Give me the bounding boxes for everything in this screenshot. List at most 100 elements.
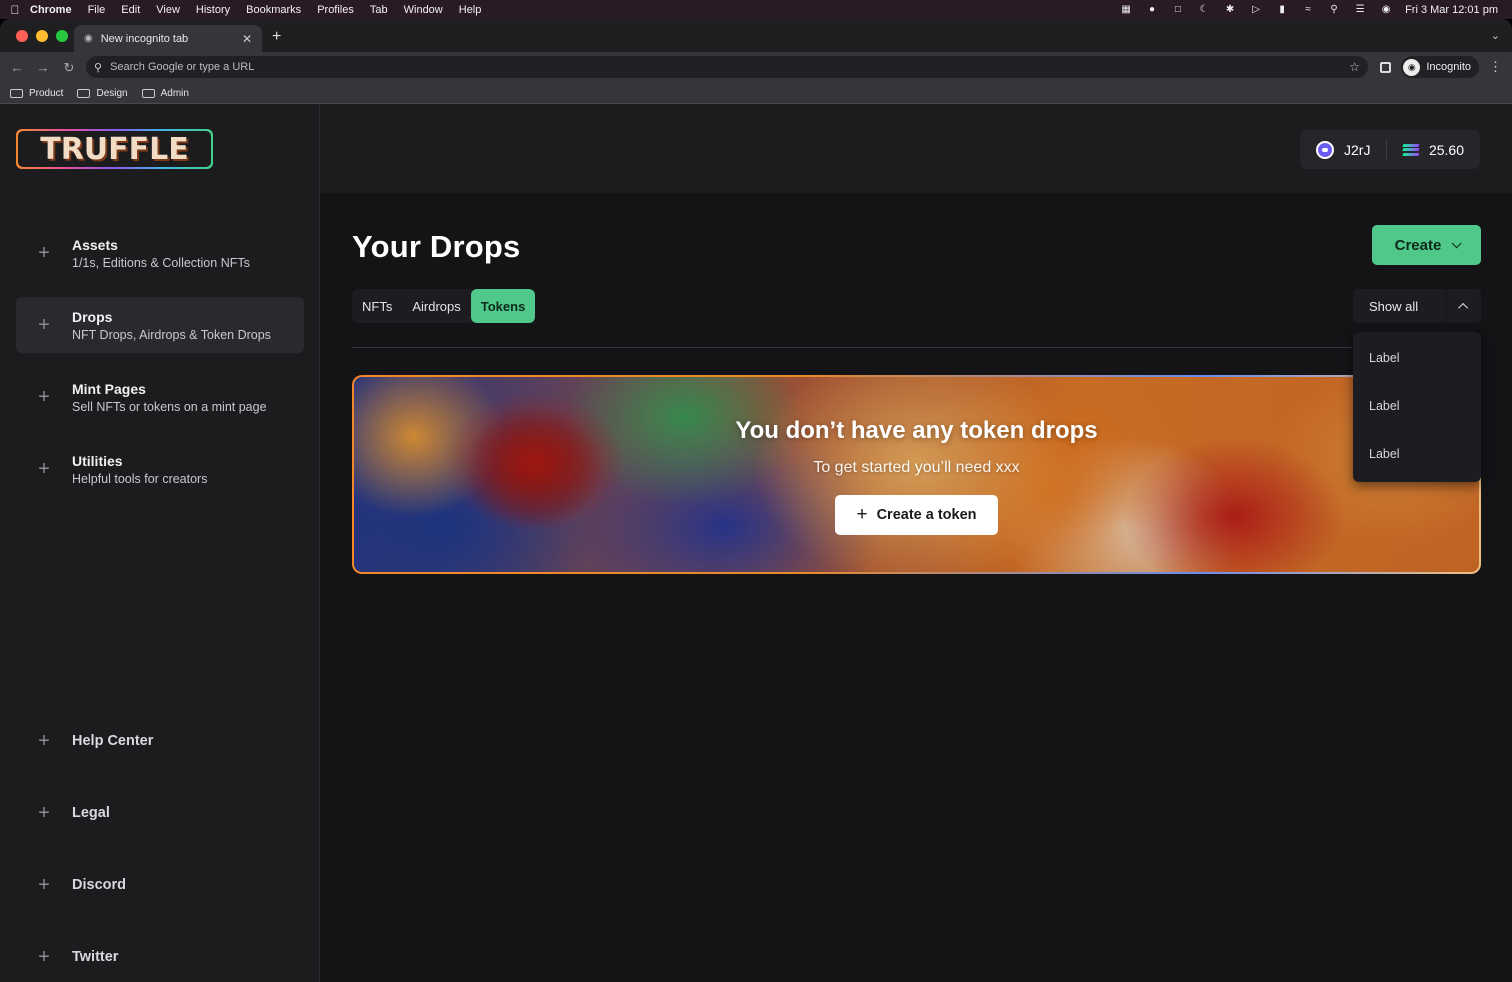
menubar-clock[interactable]: Fri 3 Mar 12:01 pm <box>1405 4 1498 16</box>
menu-tab[interactable]: Tab <box>370 4 388 16</box>
sidebar-item-title: Legal <box>72 805 110 821</box>
browser-tab[interactable]: ◉ New incognito tab ✕ <box>74 25 262 52</box>
zoom-window-button[interactable] <box>56 30 68 42</box>
reload-icon[interactable]: ↻ <box>56 60 82 76</box>
menu-edit[interactable]: Edit <box>121 4 140 16</box>
sidebar-item-help-center[interactable]: + Help Center <box>16 713 304 769</box>
plus-icon: + <box>38 385 50 408</box>
menu-view[interactable]: View <box>156 4 180 16</box>
plus-icon: + <box>38 945 50 968</box>
filter-option[interactable]: Label <box>1353 382 1481 430</box>
incognito-icon: ◉ <box>84 33 93 44</box>
menu-bookmarks[interactable]: Bookmarks <box>246 4 301 16</box>
filter-select[interactable]: Show all <box>1353 289 1481 323</box>
app-root: TRUFFLE + Assets 1/1s, Editions & Collec… <box>0 105 1512 982</box>
menu-file[interactable]: File <box>88 4 106 16</box>
spotlight-search-icon[interactable]: ⚲ <box>1327 4 1341 15</box>
folder-icon <box>77 88 91 98</box>
main-content: J2rJ 25.60 Your Drops Create NFTs Airdro… <box>320 105 1512 982</box>
wallet-widget[interactable]: J2rJ 25.60 <box>1300 130 1480 169</box>
plus-icon: + <box>38 729 50 752</box>
siri-icon[interactable]: ◉ <box>1379 4 1393 15</box>
control-center-icon[interactable]: ☰ <box>1353 4 1367 15</box>
menu-profiles[interactable]: Profiles <box>317 4 354 16</box>
minimize-window-button[interactable] <box>36 30 48 42</box>
plus-icon: + <box>38 313 50 336</box>
bookmark-product[interactable]: Product <box>10 88 63 99</box>
plus-icon: + <box>856 503 868 525</box>
new-tab-icon[interactable]: + <box>272 28 281 46</box>
battery-icon[interactable]: ▮ <box>1275 4 1289 15</box>
profile-button[interactable]: ◉ Incognito <box>1401 56 1479 78</box>
menu-app-name[interactable]: Chrome <box>30 4 72 16</box>
wallet-name: J2rJ <box>1344 141 1371 158</box>
sidebar-item-twitter[interactable]: + Twitter <box>16 929 304 982</box>
menu-help[interactable]: Help <box>459 4 482 16</box>
plus-icon: + <box>38 241 50 264</box>
sidebar-item-subtitle: 1/1s, Editions & Collection NFTs <box>72 255 250 270</box>
tab-search-chevron-icon[interactable]: ⌄ <box>1491 29 1500 42</box>
sidebar-item-title: Mint Pages <box>72 380 146 397</box>
forward-arrow-icon[interactable]: → <box>30 60 56 75</box>
section-divider <box>352 347 1352 348</box>
figma-icon[interactable]: ▦ <box>1119 4 1133 15</box>
filter-option[interactable]: Label <box>1353 430 1481 478</box>
sidebar-item-title: Twitter <box>72 949 119 965</box>
bluetooth-icon[interactable]: ✱ <box>1223 4 1237 15</box>
close-window-button[interactable] <box>16 30 28 42</box>
chevron-down-icon <box>1452 237 1462 248</box>
play-icon[interactable]: ▷ <box>1249 4 1263 15</box>
empty-state-banner: You don’t have any token drops To get st… <box>352 375 1481 574</box>
filter-toggle[interactable] <box>1447 302 1481 313</box>
tab-tokens[interactable]: Tokens <box>470 289 536 323</box>
close-tab-icon[interactable]: ✕ <box>242 32 252 46</box>
drop-type-tabs: NFTs Airdrops Tokens <box>352 289 536 323</box>
sidebar-item-legal[interactable]: + Legal <box>16 785 304 841</box>
folder-icon <box>141 88 155 98</box>
empty-state-subtitle: To get started you’ll need xxx <box>813 459 1020 476</box>
apple-menu-icon[interactable]:  <box>0 3 30 17</box>
menu-window[interactable]: Window <box>404 4 443 16</box>
sidebar-item-drops[interactable]: + Drops NFT Drops, Airdrops & Token Drop… <box>16 297 304 353</box>
create-token-label: Create a token <box>876 507 977 523</box>
back-arrow-icon[interactable]: ← <box>4 60 30 75</box>
menu-history[interactable]: History <box>196 4 230 16</box>
filter-option[interactable]: Label <box>1353 334 1481 382</box>
bookmark-design[interactable]: Design <box>77 88 128 99</box>
tab-airdrops[interactable]: Airdrops <box>402 289 470 323</box>
create-button[interactable]: Create <box>1372 225 1481 265</box>
wallet-balance[interactable]: 25.60 <box>1387 130 1480 169</box>
sidebar: TRUFFLE + Assets 1/1s, Editions & Collec… <box>0 105 320 982</box>
browser-window: ◉ New incognito tab ✕ + ⌄ ← → ↻ ⚲ Search… <box>0 19 1512 982</box>
wifi-icon[interactable]: ≈ <box>1301 4 1315 15</box>
address-bar-placeholder: Search Google or type a URL <box>110 61 255 73</box>
plus-icon: + <box>38 873 50 896</box>
address-bar[interactable]: ⚲ Search Google or type a URL ☆ <box>86 56 1368 78</box>
sidebar-item-subtitle: Helpful tools for creators <box>72 471 208 486</box>
side-panel-icon[interactable] <box>1380 61 1392 73</box>
sidebar-item-utilities[interactable]: + Utilities Helpful tools for creators <box>16 441 304 497</box>
more-menu-icon[interactable]: ⋮ <box>1489 59 1502 75</box>
bookmark-star-icon[interactable]: ☆ <box>1349 60 1360 74</box>
sidebar-item-assets[interactable]: + Assets 1/1s, Editions & Collection NFT… <box>16 225 304 281</box>
profile-label: Incognito <box>1426 61 1471 73</box>
sidebar-item-discord[interactable]: + Discord <box>16 857 304 913</box>
folder-icon <box>10 88 23 98</box>
sidebar-item-title: Assets <box>72 236 118 253</box>
moon-icon[interactable]: ☾ <box>1197 4 1211 15</box>
alien-icon[interactable]: ● <box>1145 4 1159 15</box>
window-icon[interactable]: □ <box>1171 4 1185 15</box>
wallet-account[interactable]: J2rJ <box>1300 130 1386 169</box>
menubar-status-area: ▦ ● □ ☾ ✱ ▷ ▮ ≈ ⚲ ☰ ◉ Fri 3 Mar 12:01 pm <box>1119 0 1498 19</box>
sidebar-item-mint-pages[interactable]: + Mint Pages Sell NFTs or tokens on a mi… <box>16 369 304 425</box>
plus-icon: + <box>38 801 50 824</box>
bookmark-admin[interactable]: Admin <box>141 88 189 99</box>
logo-inner: TRUFFLE <box>18 131 211 167</box>
sidebar-item-title: Help Center <box>72 733 154 749</box>
toolbar-right: ◉ Incognito ⋮ <box>1380 56 1502 78</box>
create-token-button[interactable]: + Create a token <box>835 495 998 535</box>
tab-nfts[interactable]: NFTs <box>352 289 402 323</box>
truffle-logo[interactable]: TRUFFLE <box>16 129 213 169</box>
bookmark-label: Product <box>29 87 64 99</box>
empty-state-artwork: You don’t have any token drops To get st… <box>354 377 1479 572</box>
